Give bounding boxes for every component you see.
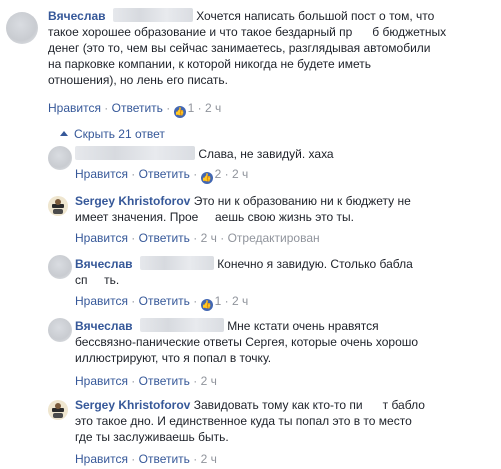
like-link[interactable]: Нравится (75, 294, 128, 308)
redacted-surname (139, 256, 214, 270)
redacted-author-name (75, 146, 195, 160)
comment-line: это такое дно. И единственное куда ты по… (75, 414, 412, 428)
comment-line: такое хорошее образование и что такое бе… (48, 25, 447, 39)
separator: · (131, 374, 136, 388)
hide-replies-label: Скрыть 21 ответ (74, 127, 165, 141)
timestamp[interactable]: 2 ч (232, 294, 248, 308)
timestamp[interactable]: 2 ч (232, 167, 248, 181)
like-link[interactable]: Нравится (75, 167, 128, 181)
separator: · (224, 294, 229, 308)
separator: · (104, 101, 109, 115)
timestamp[interactable]: 2 ч (201, 374, 217, 388)
like-icon[interactable]: 👍 (200, 172, 213, 184)
comment-text: Хочется написать большой пост о том, что (196, 9, 435, 23)
like-count[interactable]: 1 (188, 101, 195, 115)
comment-actions: Нравится · Ответить · 👍 1 · 2 ч (75, 293, 248, 311)
timestamp[interactable]: 2 ч (205, 101, 221, 115)
comment-line: иллюстрируют, что я попал в точку. (75, 351, 272, 365)
comment-author[interactable]: Вячеслав (48, 9, 106, 23)
avatar[interactable] (6, 12, 38, 44)
like-count[interactable]: 2 (215, 167, 222, 181)
comment-line: имеет значения. Прое аешь свою жизнь это… (75, 210, 354, 224)
reply-link[interactable]: Ответить (139, 452, 190, 466)
comment-text: Мне кстати очень нравятся (227, 319, 379, 333)
avatar-image (48, 196, 68, 216)
separator: · (224, 167, 229, 181)
avatar[interactable] (48, 318, 72, 342)
reply-link[interactable]: Ответить (112, 101, 163, 115)
avatar[interactable] (48, 146, 72, 170)
comment-line: Вячеслав Мне кстати очень нравятся (75, 318, 495, 334)
like-link[interactable]: Нравится (75, 452, 128, 466)
reply-link[interactable]: Ответить (139, 294, 190, 308)
like-icon[interactable]: 👍 (173, 106, 186, 118)
separator: · (193, 374, 198, 388)
avatar-image (48, 400, 68, 420)
reply-link[interactable]: Ответить (139, 231, 190, 245)
comment-line: Вячеслав Хочется написать большой пост о… (48, 8, 498, 24)
comment-thread: Вячеслав Хочется написать большой пост о… (0, 0, 501, 469)
timestamp[interactable]: 2 ч (201, 452, 217, 466)
like-link[interactable]: Нравится (48, 101, 101, 115)
comment-author[interactable]: Sergey Khristoforov (75, 398, 190, 412)
separator: · (131, 294, 136, 308)
separator: · (193, 167, 198, 181)
comment-actions: Нравится · Ответить · 2 ч (75, 451, 217, 467)
comment-line: на парковке компании, к которой никогда … (48, 57, 371, 71)
comment-actions: Нравится · Ответить · 2 ч · Отредактиров… (75, 230, 320, 246)
reply-link[interactable]: Ответить (139, 167, 190, 181)
comment-line: бессвязно-панические ответы Сергея, кото… (75, 335, 419, 349)
separator: · (193, 294, 198, 308)
comment-text: Это ни к образованию ни к бюджету не (193, 194, 411, 208)
comment-text: Завидовать тому как кто-то пи т бабло (193, 398, 425, 412)
comment-line: Sergey Khristoforov Завидовать тому как … (75, 397, 495, 413)
comment-text: Конечно я завидую. Столько бабла (217, 257, 413, 271)
like-link[interactable]: Нравится (75, 231, 128, 245)
comment-line: где ты заслуживаешь быть. (75, 430, 229, 444)
avatar[interactable] (48, 400, 68, 420)
like-link[interactable]: Нравится (75, 374, 128, 388)
edited-label[interactable]: Отредактирован (228, 231, 320, 245)
comment-actions: Нравится · Ответить · 👍 2 · 2 ч (75, 166, 248, 184)
separator: · (131, 167, 136, 181)
redacted-surname (112, 8, 193, 22)
like-icon[interactable]: 👍 (200, 299, 213, 311)
avatar[interactable] (48, 255, 72, 279)
timestamp[interactable]: 2 ч (201, 231, 217, 245)
comment-text: Слава, не завидуй. хаха (198, 147, 334, 161)
like-count[interactable]: 1 (215, 294, 222, 308)
hide-replies-link[interactable]: Скрыть 21 ответ (60, 127, 165, 141)
separator: · (131, 452, 136, 466)
redacted-surname (139, 318, 224, 332)
collapse-arrow-icon (60, 131, 68, 136)
reply-link[interactable]: Ответить (139, 374, 190, 388)
comment-author[interactable]: Вячеслав (75, 257, 133, 271)
comment-line: Вячеслав Конечно я завидую. Столько бабл… (75, 256, 495, 272)
separator: · (220, 231, 225, 245)
comment-line: отношения), но лень его писать. (48, 73, 229, 87)
comment-actions: Нравится · Ответить · 2 ч (75, 373, 217, 389)
separator: · (193, 452, 198, 466)
comment-line: сп ть. (75, 273, 120, 287)
separator: · (166, 101, 171, 115)
comment-actions: Нравится · Ответить · 👍 1 · 2 ч (48, 100, 221, 118)
avatar[interactable] (48, 196, 68, 216)
comment-line: денег (это то, чем вы сейчас занимаетесь… (48, 41, 431, 55)
separator: · (131, 231, 136, 245)
separator: · (193, 231, 198, 245)
separator: · (197, 101, 202, 115)
comment-author[interactable]: Вячеслав (75, 319, 133, 333)
comment-line: Sergey Khristoforov Это ни к образованию… (75, 193, 495, 209)
comment-author[interactable]: Sergey Khristoforov (75, 194, 190, 208)
